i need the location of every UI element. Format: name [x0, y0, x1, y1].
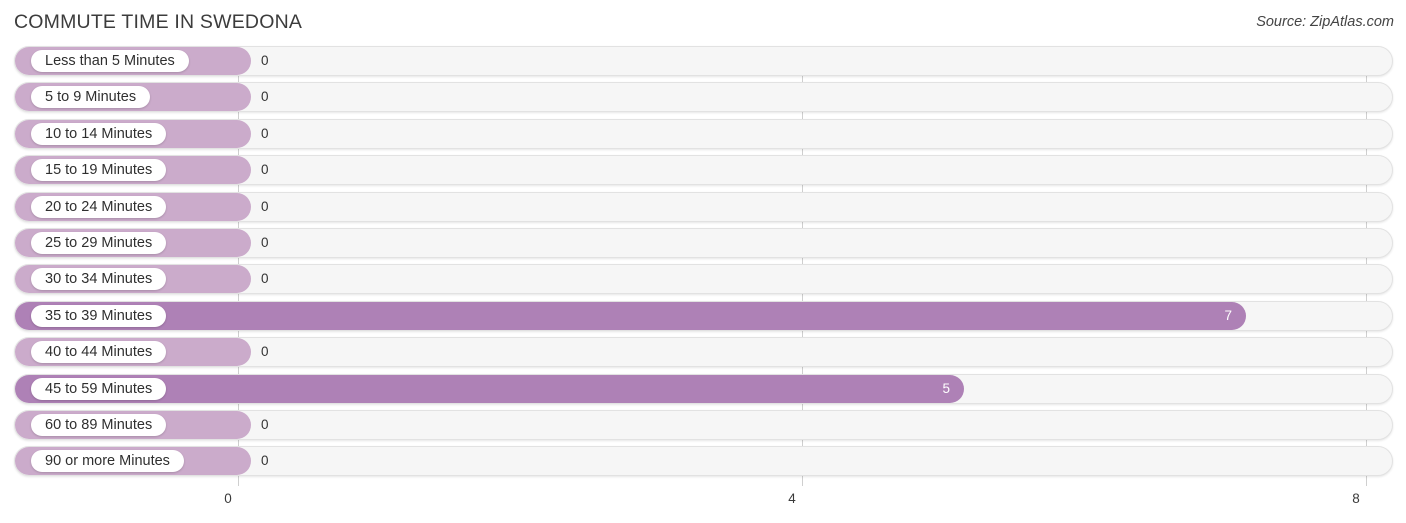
table-row[interactable]: 0 40 to 44 Minutes — [14, 337, 1393, 368]
category-label: 25 to 29 Minutes — [31, 231, 167, 254]
category-label: 20 to 24 Minutes — [31, 195, 167, 218]
bar-8[interactable]: 7 — [15, 301, 1246, 330]
bar-value-label: 7 — [1224, 307, 1232, 323]
table-row[interactable]: 0 Less than 5 Minutes — [14, 46, 1393, 76]
category-label: 35 to 39 Minutes — [31, 304, 167, 327]
bar-value-label: 0 — [261, 198, 269, 214]
x-axis: 0 4 8 — [0, 486, 1406, 523]
table-row[interactable]: 0 20 to 24 Minutes — [14, 191, 1393, 222]
bar-value-label: 0 — [261, 89, 269, 105]
category-label: 15 to 19 Minutes — [31, 159, 167, 182]
category-label: 90 or more Minutes — [31, 450, 184, 473]
x-tick-label: 0 — [224, 491, 232, 506]
category-label: 60 to 89 Minutes — [31, 413, 167, 436]
chart-plot-area: 0 Less than 5 Minutes 0 5 to 9 Minutes 0 10 t… — [0, 46, 1406, 486]
page-title: COMMUTE TIME IN SWEDONA — [14, 11, 303, 33]
bar-value-label: 0 — [261, 453, 269, 469]
table-row[interactable]: 0 15 to 19 Minutes — [14, 155, 1393, 186]
bar-value-label: 0 — [261, 344, 269, 360]
bar-rows: 0 Less than 5 Minutes 0 5 to 9 Minutes 0 10 t… — [0, 46, 1406, 483]
bar-value-label: 0 — [261, 271, 269, 287]
table-row[interactable]: 7 35 to 39 Minutes — [14, 300, 1393, 331]
category-label: 40 to 44 Minutes — [31, 341, 167, 364]
bar-value-label: 0 — [261, 234, 269, 250]
table-row[interactable]: 0 5 to 9 Minutes — [14, 82, 1393, 113]
chart-header: COMMUTE TIME IN SWEDONA Source: ZipAtlas… — [0, 0, 1406, 46]
bar-value-label: 0 — [261, 125, 269, 141]
table-row[interactable]: 0 60 to 89 Minutes — [14, 409, 1393, 440]
bar-value-label: 5 — [942, 380, 950, 396]
category-label: Less than 5 Minutes — [31, 50, 189, 72]
table-row[interactable]: 0 90 or more Minutes — [14, 446, 1393, 477]
category-label: 30 to 34 Minutes — [31, 268, 167, 291]
source-attribution: Source: ZipAtlas.com — [1256, 14, 1394, 30]
bar-value-label: 0 — [261, 162, 269, 178]
x-tick-label: 4 — [788, 491, 796, 506]
category-label: 45 to 59 Minutes — [31, 377, 167, 400]
table-row[interactable]: 0 25 to 29 Minutes — [14, 227, 1393, 258]
table-row[interactable]: 0 10 to 14 Minutes — [14, 118, 1393, 149]
x-tick-label: 8 — [1352, 491, 1360, 506]
category-label: 5 to 9 Minutes — [31, 86, 151, 109]
table-row[interactable]: 0 30 to 34 Minutes — [14, 264, 1393, 295]
category-label: 10 to 14 Minutes — [31, 122, 167, 145]
bar-value-label: 0 — [261, 416, 269, 432]
table-row[interactable]: 5 45 to 59 Minutes — [14, 373, 1393, 404]
bar-value-label: 0 — [261, 53, 269, 68]
